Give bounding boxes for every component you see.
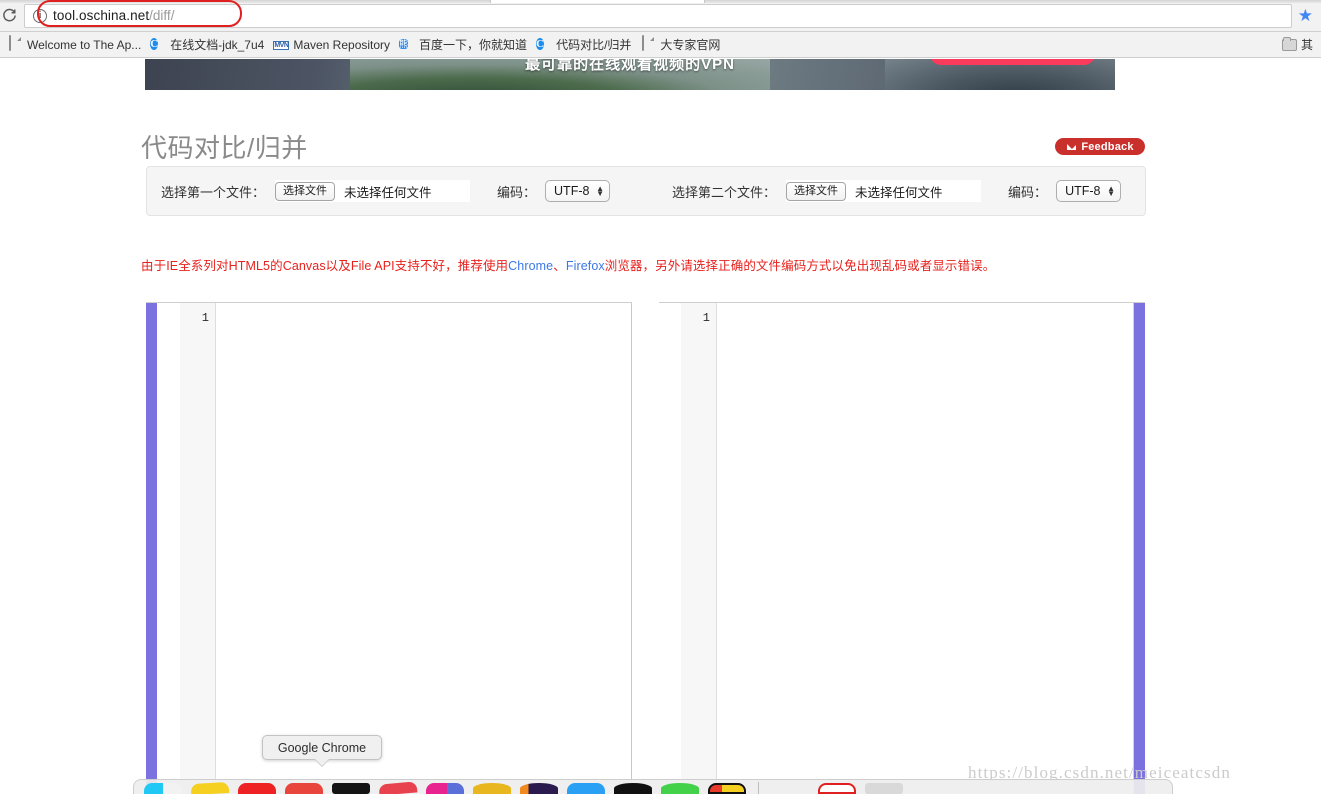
bookmark-item-jdk-docs[interactable]: C 在线文档-jdk_7u4 [147, 35, 270, 54]
url-host: tool.oschina.net [53, 8, 150, 23]
chevron-updown-icon: ▲ ▼ [1107, 184, 1116, 198]
second-encoding-value: UTF-8 [1065, 184, 1101, 198]
dock-item-notes[interactable] [190, 782, 230, 794]
dock-item-emoji[interactable] [473, 783, 511, 794]
other-bookmarks-label: 其 [1300, 38, 1313, 52]
warning-separator: 、 [553, 259, 566, 273]
dock-divider [758, 782, 759, 794]
left-code-area[interactable] [217, 303, 632, 794]
dock-item-terminal[interactable] [332, 783, 370, 794]
first-file-input[interactable]: 选择文件 未选择任何文件 [275, 180, 471, 202]
bookmark-item-maven[interactable]: MVN Maven Repository [270, 35, 396, 54]
dock-item-blank1[interactable] [771, 783, 809, 794]
macos-dock [133, 779, 1173, 794]
second-file-label: 选择第二个文件： [672, 184, 777, 200]
dock-tooltip: Google Chrome [262, 735, 382, 767]
left-line-number: 1 [201, 311, 209, 325]
chevron-updown-icon: ▲ ▼ [596, 184, 605, 198]
second-file-status: 未选择任何文件 [855, 185, 943, 200]
omnibox-wrapper: i tool.oschina.net/diff/ [24, 0, 1292, 28]
page-viewport: 最可靠的在线观看视频的VPN 代码对比/归并 Feedback 选择第一个文件：… [0, 59, 1321, 794]
right-editor-gutter: 1 [681, 303, 717, 794]
browser-compat-warning: 由于IE全系列对HTML5的Canvas以及File API支持不好，推荐使用C… [141, 255, 995, 274]
baidu-icon: 熊 [399, 39, 409, 49]
bookmark-label: 百度一下，你就知道 [419, 37, 528, 52]
bookmark-label: Welcome to The Ap... [27, 37, 142, 52]
first-encoding-value: UTF-8 [554, 184, 590, 198]
dock-item-app-black[interactable] [614, 783, 652, 794]
right-line-number: 1 [702, 311, 710, 325]
second-file-input[interactable]: 选择文件 未选择任何文件 [786, 180, 982, 202]
ad-banner[interactable]: 最可靠的在线观看视频的VPN [145, 59, 1115, 90]
browser-window: i tool.oschina.net/diff/ ★ Welcome to Th… [0, 0, 1321, 794]
second-encoding-label: 编码： [1008, 184, 1048, 200]
file-selection-panel: 选择第一个文件： 选择文件 未选择任何文件 编码： UTF-8 ▲ ▼ 选择第二个… [146, 166, 1146, 216]
dock-item-app-pink[interactable] [378, 781, 418, 794]
bookmark-label: Maven Repository [293, 37, 391, 52]
bookmark-label: 代码对比/归并 [556, 37, 632, 52]
reload-icon[interactable] [0, 5, 20, 27]
right-editor-panel[interactable]: 1 [659, 302, 1145, 794]
chrome-c-icon: C [536, 38, 545, 50]
chrome-c-icon: C [150, 38, 159, 50]
first-file-label: 选择第一个文件： [161, 184, 266, 200]
right-code-area[interactable] [717, 303, 1134, 794]
bookmark-label: 大专家官网 [660, 37, 721, 52]
bookmarks-bar: Welcome to The Ap... C 在线文档-jdk_7u4 MVN … [0, 32, 1321, 58]
dock-item-trash[interactable] [865, 783, 903, 794]
bookmark-label: 在线文档-jdk_7u4 [170, 37, 265, 52]
first-choose-file-button[interactable]: 选择文件 [275, 181, 336, 201]
dock-item-app-red[interactable] [238, 783, 276, 794]
dock-item-app-blue[interactable] [567, 783, 605, 794]
dock-item-app-red2[interactable] [285, 783, 323, 794]
left-editor-edge [631, 303, 632, 794]
envelope-icon [1066, 142, 1078, 151]
file-selection-row: 选择第一个文件： 选择文件 未选择任何文件 编码： UTF-8 ▲ ▼ 选择第二个… [147, 167, 1145, 215]
bookmark-item-baidu[interactable]: 熊 百度一下，你就知道 [396, 35, 533, 54]
right-editor-scroll-marker[interactable] [1134, 303, 1145, 794]
dock-item-app-multi[interactable] [708, 783, 746, 794]
feedback-label: Feedback [1081, 140, 1134, 153]
other-bookmarks-button[interactable]: 其 [1281, 36, 1315, 53]
diff-editors-area: 1 1 [0, 302, 1321, 794]
bookmark-item-dazhuanjia[interactable]: 大专家官网 [637, 35, 726, 54]
second-choose-file-button[interactable]: 选择文件 [786, 181, 847, 201]
first-encoding-select[interactable]: UTF-8 ▲ ▼ [545, 180, 611, 202]
feedback-button[interactable]: Feedback [1055, 138, 1145, 155]
browser-toolbar: i tool.oschina.net/diff/ ★ [0, 0, 1321, 32]
page-icon [7, 35, 22, 52]
dock-item-photos[interactable] [426, 783, 464, 794]
page-title: 代码对比/归并 [141, 133, 308, 163]
dock-item-finder[interactable] [144, 783, 182, 794]
left-editor-gutter: 1 [180, 303, 216, 794]
dock-item-app-green[interactable] [661, 783, 699, 794]
address-bar[interactable]: i tool.oschina.net/diff/ [24, 3, 1292, 28]
warning-part-1: 由于IE全系列对HTML5的Canvas以及File API支持不好，推荐使用 [141, 259, 509, 273]
left-editor-panel[interactable]: 1 [146, 302, 632, 794]
maven-icon: MVN [273, 41, 290, 50]
bookmark-star-icon[interactable]: ★ [1298, 6, 1313, 26]
dock-item-youtube[interactable] [818, 783, 856, 794]
page-icon [640, 35, 655, 52]
bookmark-item-code-diff[interactable]: C 代码对比/归并 [533, 35, 637, 54]
info-circle-icon[interactable]: i [33, 8, 47, 23]
left-editor-scroll-marker[interactable] [146, 303, 157, 794]
firefox-link[interactable]: Firefox [566, 259, 605, 273]
url-path: /diff/ [149, 8, 175, 23]
dock-item-app-purple[interactable] [520, 783, 558, 794]
chrome-link[interactable]: Chrome [508, 259, 553, 273]
second-encoding-select[interactable]: UTF-8 ▲ ▼ [1056, 180, 1122, 202]
first-file-status: 未选择任何文件 [344, 185, 432, 200]
first-encoding-label: 编码： [497, 184, 537, 200]
bookmark-item-welcome[interactable]: Welcome to The Ap... [4, 35, 147, 54]
warning-part-2: 浏览器，另外请选择正确的文件编码方式以免出现乱码或者显示错误。 [604, 259, 996, 273]
ad-headline: 最可靠的在线观看视频的VPN [525, 59, 735, 73]
folder-icon [1281, 36, 1297, 51]
